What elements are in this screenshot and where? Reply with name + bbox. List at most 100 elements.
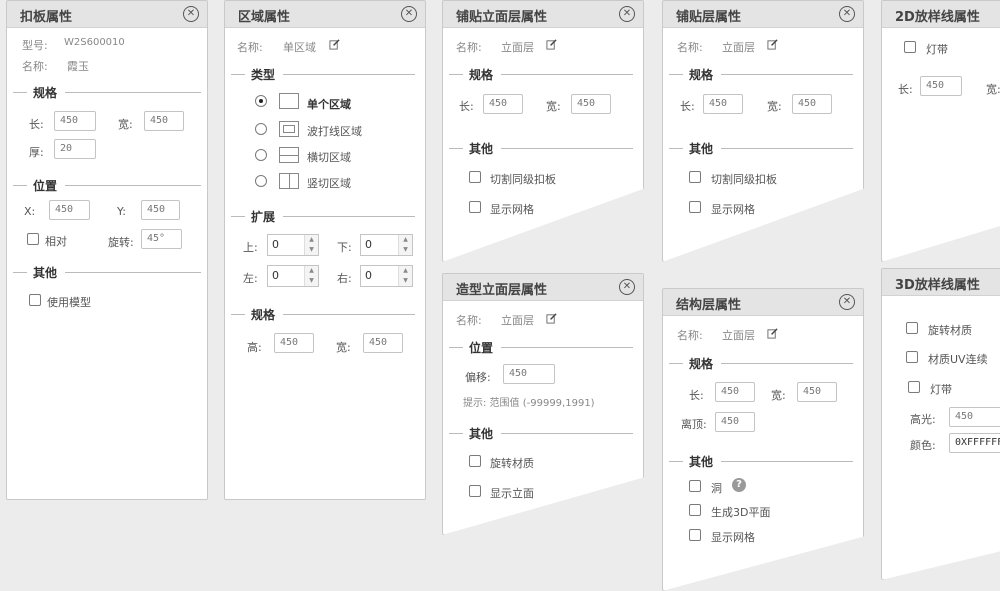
section-type: 类型 <box>231 66 415 83</box>
width-label: 宽: <box>336 341 351 354</box>
width-label: 宽: <box>986 83 1000 96</box>
close-icon[interactable]: ✕ <box>839 6 855 22</box>
pencil-icon[interactable] <box>767 328 778 339</box>
width-input[interactable]: 450 <box>792 94 832 114</box>
right-stepper[interactable]: 0 ▲ ▼ <box>360 265 413 287</box>
close-icon[interactable]: ✕ <box>619 279 635 295</box>
rotate-material-label: 旋转材质 <box>928 324 972 337</box>
length-input[interactable]: 450 <box>715 382 755 402</box>
opt-single-region: 单个区域 <box>307 98 351 111</box>
rotate-label: 旋转: <box>108 236 134 249</box>
width-input[interactable]: 450 <box>571 94 611 114</box>
radio-single-region[interactable] <box>255 95 267 107</box>
y-input[interactable]: 450 <box>141 200 180 220</box>
close-icon[interactable]: ✕ <box>839 294 855 310</box>
length-input[interactable]: 450 <box>483 94 523 114</box>
panel-shape-elevation: 造型立面层属性 ✕ 名称: 立面层 位置 偏移: 450 提示: 范围值 (-9… <box>442 273 644 535</box>
cut-sibling-checkbox[interactable] <box>689 171 701 183</box>
gen-3d-plane-label: 生成3D平面 <box>711 506 771 519</box>
length-label: 长: <box>29 118 44 131</box>
panel-title: 扣板属性 <box>20 10 73 25</box>
relative-checkbox[interactable] <box>27 233 39 245</box>
pencil-icon[interactable] <box>767 39 778 50</box>
name-value: 霞玉 <box>67 60 89 73</box>
close-icon[interactable]: ✕ <box>619 6 635 22</box>
show-elevation-label: 显示立面 <box>490 487 534 500</box>
width-label: 宽: <box>546 100 561 113</box>
rotate-material-checkbox[interactable] <box>906 322 918 334</box>
cut-sibling-label: 切割同级扣板 <box>490 173 556 186</box>
panel-tile-elevation: 铺贴立面层属性 ✕ 名称: 立面层 规格 长: 450 宽: 450 其他 切割… <box>442 0 644 262</box>
color-input[interactable]: 0XFFFFFF <box>949 433 1000 453</box>
height-label: 高: <box>247 341 262 354</box>
radio-vertical-cut[interactable] <box>255 175 267 187</box>
panel-title: 3D放样线属性 <box>895 278 980 293</box>
up-stepper[interactable]: 0 ▲ ▼ <box>267 234 319 256</box>
panel-title: 区域属性 <box>238 10 291 25</box>
panel-header: 扣板属性 ✕ <box>7 1 207 28</box>
panel-3d-loft: 3D放样线属性 旋转材质 材质UV连续 灯带 高光: 450 颜色: 0XFFF… <box>881 268 1000 580</box>
right-label: 右: <box>337 272 352 285</box>
panel-header: 3D放样线属性 <box>882 269 1000 296</box>
name-value: 立面层 <box>501 41 534 54</box>
hole-checkbox[interactable] <box>689 480 701 492</box>
thickness-input[interactable]: 20 <box>54 139 96 159</box>
rotate-input[interactable]: 45° <box>141 229 182 249</box>
cut-sibling-checkbox[interactable] <box>469 171 481 183</box>
uv-continuous-checkbox[interactable] <box>906 351 918 363</box>
section-spec: 规格 <box>231 306 415 323</box>
pencil-icon[interactable] <box>546 39 557 50</box>
section-expand: 扩展 <box>231 208 415 225</box>
name-value: 单区域 <box>283 41 316 54</box>
show-grid-checkbox[interactable] <box>689 201 701 213</box>
use-model-checkbox[interactable] <box>29 294 41 306</box>
section-other: 其他 <box>13 264 201 281</box>
vertical-cut-icon <box>279 173 299 189</box>
show-grid-checkbox[interactable] <box>689 529 701 541</box>
radio-horizontal-cut[interactable] <box>255 149 267 161</box>
offset-input[interactable]: 450 <box>503 364 555 384</box>
highlight-input[interactable]: 450 <box>949 407 1000 427</box>
close-icon[interactable]: ✕ <box>183 6 199 22</box>
question-icon[interactable]: ? <box>732 478 746 492</box>
show-grid-checkbox[interactable] <box>469 201 481 213</box>
panel-header: 2D放样线属性 <box>882 1 1000 28</box>
x-input[interactable]: 450 <box>49 200 90 220</box>
down-stepper[interactable]: 0 ▲ ▼ <box>360 234 413 256</box>
length-input[interactable]: 450 <box>703 94 743 114</box>
light-strip-label: 灯带 <box>930 383 952 396</box>
panel-header: 铺贴立面层属性 ✕ <box>443 1 643 28</box>
pencil-icon[interactable] <box>546 313 557 324</box>
top-gap-input[interactable]: 450 <box>715 412 755 432</box>
width-input[interactable]: 450 <box>363 333 403 353</box>
cut-sibling-label: 切割同级扣板 <box>711 173 777 186</box>
show-elevation-checkbox[interactable] <box>469 485 481 497</box>
width-input[interactable]: 450 <box>797 382 837 402</box>
length-input[interactable]: 450 <box>920 76 962 96</box>
light-strip-checkbox[interactable] <box>908 381 920 393</box>
relative-label: 相对 <box>45 235 67 248</box>
length-input[interactable]: 450 <box>54 111 96 131</box>
section-position: 位置 <box>13 177 201 194</box>
width-label: 宽: <box>771 389 786 402</box>
left-stepper[interactable]: 0 ▲ ▼ <box>267 265 319 287</box>
pencil-icon[interactable] <box>329 39 340 50</box>
width-input[interactable]: 450 <box>144 111 184 131</box>
radio-wave-region[interactable] <box>255 123 267 135</box>
panel-title: 造型立面层属性 <box>456 283 548 298</box>
light-strip-checkbox[interactable] <box>904 41 916 53</box>
name-value: 立面层 <box>722 329 755 342</box>
model-label: 型号: <box>22 39 48 52</box>
section-other: 其他 <box>669 140 853 157</box>
section-position: 位置 <box>449 339 633 356</box>
panel-koban: 扣板属性 ✕ 型号: W2S600010 名称: 霞玉 规格 长: 450 宽:… <box>6 0 208 500</box>
height-input[interactable]: 450 <box>274 333 314 353</box>
left-label: 左: <box>243 272 258 285</box>
length-label: 长: <box>680 100 695 113</box>
length-label: 长: <box>459 100 474 113</box>
close-icon[interactable]: ✕ <box>401 6 417 22</box>
gen-3d-plane-checkbox[interactable] <box>689 504 701 516</box>
section-other: 其他 <box>449 140 633 157</box>
highlight-label: 高光: <box>910 413 936 426</box>
rotate-material-checkbox[interactable] <box>469 455 481 467</box>
